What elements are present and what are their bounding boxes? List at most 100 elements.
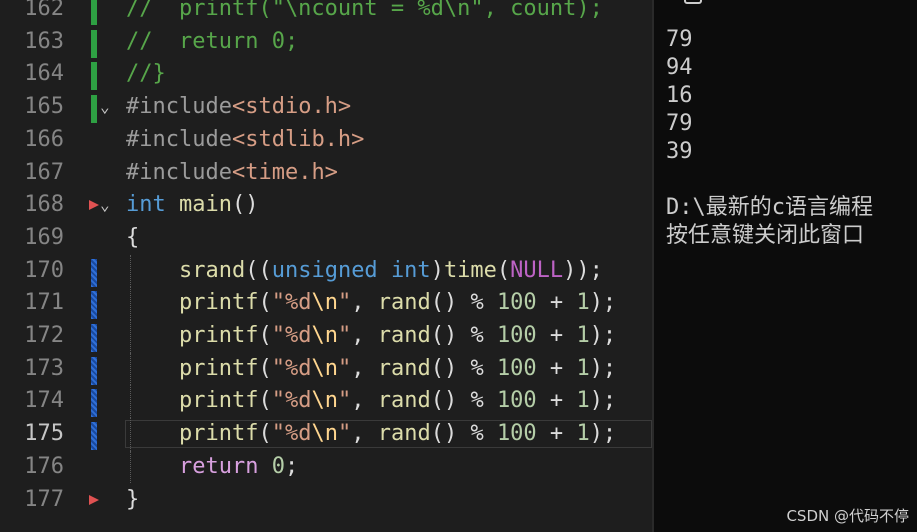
code-token: <time.h> — [231, 159, 338, 185]
code-token: #include — [126, 94, 232, 120]
code-text[interactable]: srand((unsigned int)time(NULL)); — [126, 255, 603, 288]
code-token: printf — [178, 290, 259, 316]
code-token: int — [126, 192, 166, 218]
line-number: 174 — [24, 388, 64, 414]
code-line[interactable]: 167 #include<time.h> — [0, 157, 652, 190]
code-text[interactable]: printf("%d\n", rand() % 100 + 1); — [126, 418, 616, 451]
console-output-line: 79 — [666, 111, 693, 136]
code-text[interactable]: printf("%d\n", rand() % 100 + 1); — [126, 385, 616, 418]
code-token: 1 — [576, 355, 590, 381]
line-number: 163 — [24, 28, 64, 54]
code-token: + — [536, 323, 577, 348]
code-token: () — [231, 192, 259, 218]
code-token: <stdlib.h> — [231, 126, 365, 152]
code-token: printf — [178, 355, 259, 381]
code-token: 1 — [576, 421, 590, 447]
code-line[interactable]: 176 return 0; — [0, 450, 652, 484]
line-number: 175 — [24, 421, 64, 447]
code-line[interactable]: 164 //} — [0, 58, 652, 91]
code-line[interactable]: 169 { — [0, 222, 652, 255]
code-line[interactable]: 163 // return 0; — [0, 26, 652, 59]
code-token: "%d — [271, 421, 312, 447]
code-line[interactable]: 168 ⌄ int main() — [0, 189, 652, 222]
code-text[interactable]: } — [126, 484, 139, 517]
unsaved-change-marker — [91, 422, 97, 451]
code-line[interactable]: 177} — [0, 484, 652, 517]
code-token: // return 0; — [126, 28, 299, 54]
code-editor[interactable]: 162// printf("\ncount = %d\n", count); 16… — [0, 0, 652, 532]
console-icon — [684, 0, 702, 4]
code-token: , — [351, 421, 378, 447]
code-token: () % — [430, 421, 497, 447]
code-token: rand — [377, 323, 431, 348]
code-line[interactable]: 170 srand((unsigned int)time(NULL)); — [0, 254, 652, 288]
code-text[interactable]: { — [126, 222, 139, 255]
code-token: \n — [311, 290, 338, 316]
unsaved-change-marker — [91, 291, 97, 320]
code-text[interactable]: printf("%d\n", rand() % 100 + 1); — [126, 353, 616, 386]
console-output-line: D:\最新的c语言编程 — [666, 195, 873, 220]
line-number: 170 — [24, 257, 64, 283]
bookmark-arrow-icon[interactable] — [89, 494, 99, 505]
line-number: 172 — [24, 323, 64, 348]
code-token: 100 — [496, 323, 537, 348]
code-line[interactable]: 165 ⌄ #include<stdio.h> — [0, 91, 652, 124]
code-text[interactable]: return 0; — [126, 451, 298, 484]
line-number: 164 — [24, 61, 64, 87]
code-text[interactable]: #include<time.h> — [126, 157, 338, 190]
console-output-line: 按任意键关闭此窗口 — [666, 223, 865, 248]
console-output-line: 94 — [666, 55, 693, 80]
bookmark-arrow-icon[interactable] — [89, 200, 99, 211]
code-token: return — [178, 453, 259, 479]
code-token: "%d — [271, 388, 312, 414]
code-token: )); — [563, 257, 603, 283]
code-token: , — [351, 290, 378, 316]
console-window[interactable]: 79 94 16 79 39 D:\最新的c语言编程 按任意键关闭此窗口 — [652, 0, 917, 532]
console-output-line: 39 — [666, 139, 693, 164]
code-token: 100 — [496, 388, 537, 414]
line-number: 177 — [24, 486, 64, 512]
unsaved-change-marker — [91, 258, 97, 287]
saved-change-marker — [91, 0, 97, 25]
code-token: "%d — [271, 323, 312, 348]
code-token: int — [390, 257, 431, 283]
code-text[interactable]: #include<stdio.h> — [126, 91, 351, 124]
code-line[interactable]: 171 printf("%d\n", rand() % 100 + 1); — [0, 287, 652, 320]
code-token: " — [337, 421, 352, 447]
code-text[interactable]: #include<stdlib.h> — [126, 124, 364, 157]
code-token: } — [126, 486, 140, 512]
code-token: ( — [258, 355, 272, 381]
code-token: + — [536, 388, 577, 414]
code-token: " — [337, 355, 352, 381]
code-token: 1 — [576, 388, 590, 414]
code-token: ( — [258, 290, 272, 316]
code-token: rand — [377, 421, 431, 447]
code-text[interactable]: //} — [126, 58, 166, 91]
code-text[interactable]: // printf("\ncount = %d\n", count); — [126, 0, 603, 26]
code-line[interactable]: 166 #include<stdlib.h> — [0, 124, 652, 157]
code-line[interactable]: 162 // printf("\ncount = %d\n", count); — [0, 0, 652, 26]
code-text[interactable]: printf("%d\n", rand() % 100 + 1); — [126, 287, 616, 320]
code-text[interactable]: printf("%d\n", rand() % 100 + 1); — [126, 320, 616, 353]
code-token: // printf("\ncount = %d\n", count); — [126, 0, 603, 21]
code-line[interactable]: 174 printf("%d\n", rand() % 100 + 1); — [0, 385, 652, 419]
code-text[interactable]: // return 0; — [126, 26, 298, 59]
unsaved-change-marker — [91, 324, 97, 352]
code-line[interactable]: 175 printf("%d\n", rand() % 100 + 1); — [0, 418, 652, 451]
code-line[interactable]: 173 printf("%d\n", rand() % 100 + 1); — [0, 352, 652, 386]
code-line[interactable]: 172 printf("%d\n", rand() % 100 + 1); — [0, 320, 652, 353]
code-token: ( — [258, 421, 272, 447]
code-token: , — [351, 388, 378, 414]
line-number: 169 — [24, 224, 64, 250]
saved-change-marker — [91, 62, 97, 91]
saved-change-marker — [91, 95, 97, 124]
fold-chevron-icon[interactable]: ⌄ — [100, 91, 110, 124]
watermark: CSDN @代码不停 — [786, 507, 909, 525]
code-token: ) — [430, 257, 444, 283]
fold-chevron-icon[interactable]: ⌄ — [100, 189, 110, 222]
code-text[interactable]: int main() — [126, 189, 258, 222]
code-token: ; — [284, 453, 299, 479]
code-token: " — [337, 290, 352, 316]
